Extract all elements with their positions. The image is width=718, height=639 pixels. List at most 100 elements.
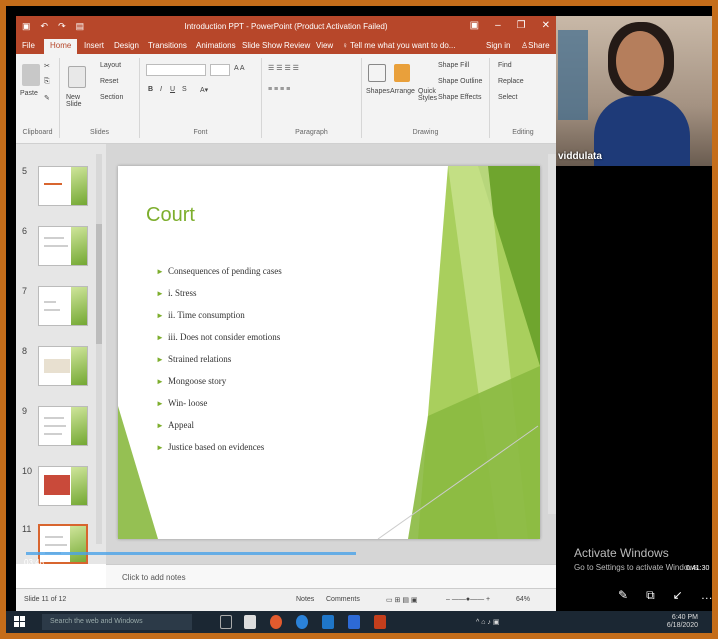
taskbar-search-box[interactable]: Search the web and Windows <box>42 614 192 630</box>
video-elapsed-time: 03:48 <box>24 558 45 567</box>
maximize-icon[interactable]: ❐ <box>517 20 526 31</box>
layout-button[interactable]: Layout <box>100 62 121 69</box>
section-button[interactable]: Section <box>100 94 123 101</box>
pen-icon[interactable]: ✎ <box>618 588 628 603</box>
clipboard-group: Paste ✂ ⎘ ✎ Clipboard <box>16 58 60 138</box>
slide-thumbnail-7[interactable] <box>38 286 88 326</box>
taskbar-clock[interactable]: 6:40 PM 6/18/2020 <box>667 614 698 630</box>
bold-icon[interactable]: B <box>148 86 153 93</box>
tab-transitions[interactable]: Transitions <box>148 41 187 50</box>
slide-thumbnail-11[interactable] <box>38 524 88 564</box>
edge-icon[interactable] <box>296 615 308 629</box>
tab-insert[interactable]: Insert <box>84 41 104 50</box>
windows-start-icon[interactable] <box>14 616 26 628</box>
minimize-icon[interactable]: – <box>495 20 501 31</box>
slide-number: 7 <box>22 286 28 296</box>
slide-number: 5 <box>22 166 28 176</box>
underline-icon[interactable]: U <box>170 86 175 93</box>
task-view-icon[interactable] <box>220 615 232 629</box>
reset-button[interactable]: Reset <box>100 78 118 85</box>
font-size-box[interactable] <box>210 64 230 76</box>
slide-thumbnail-10[interactable] <box>38 466 88 506</box>
slide-thumbnail-9[interactable] <box>38 406 88 446</box>
slide-number: 10 <box>22 466 33 476</box>
bullet-item: ► Mongoose story <box>156 376 227 386</box>
zoom-slider[interactable]: – ——●—— + <box>446 596 490 603</box>
tab-animations[interactable]: Animations <box>196 41 236 50</box>
font-grow-icon[interactable]: A A <box>234 65 245 72</box>
bullet-arrow-icon: ► <box>156 421 164 430</box>
shape-effects-button[interactable]: Shape Effects <box>438 94 481 101</box>
notes-pane[interactable]: Click to add notes <box>106 564 556 588</box>
copy-icon[interactable]: ⎘ <box>44 78 50 86</box>
slide-number: 11 <box>22 524 32 534</box>
arrange-button[interactable]: Arrange <box>390 88 415 95</box>
system-tray-icons[interactable]: ^ ⌂ ♪ ▣ <box>476 618 499 626</box>
view-buttons[interactable]: ▭ ⊞ ▤ ▣ <box>386 596 418 604</box>
paste-icon[interactable] <box>22 64 40 86</box>
tab-slide-show[interactable]: Slide Show <box>242 41 282 50</box>
font-color-icon[interactable]: A▾ <box>200 86 208 94</box>
align-icons[interactable]: ≡ ≡ ≡ ≡ <box>268 86 290 93</box>
firefox-icon[interactable] <box>270 615 282 629</box>
scrollbar-thumb[interactable] <box>96 224 102 344</box>
thumb-text <box>45 536 63 538</box>
ribbon-display-icon[interactable]: ▣ <box>470 20 479 31</box>
current-slide[interactable]: Court ► Consequences of pending cases ► i.… <box>118 166 540 539</box>
thumbnail-scrollbar[interactable] <box>96 154 102 544</box>
cut-icon[interactable]: ✂ <box>44 62 50 70</box>
shapes-button[interactable]: Shapes <box>366 88 390 95</box>
replace-button[interactable]: Replace <box>498 78 524 85</box>
close-icon[interactable]: ✕ <box>542 20 550 31</box>
new-slide-icon[interactable] <box>68 66 86 88</box>
player-controls: ✎ ⧉ ↙ … <box>618 588 712 603</box>
video-progress-bar[interactable] <box>26 552 356 555</box>
slide-edit-area: Court ► Consequences of pending cases ► i.… <box>106 144 556 564</box>
more-options-icon[interactable]: … <box>701 588 712 603</box>
paste-button[interactable]: Paste <box>20 90 38 97</box>
tab-review[interactable]: Review <box>284 41 310 50</box>
collapse-icon[interactable]: ↙ <box>673 588 683 603</box>
strikethrough-icon[interactable]: S <box>182 86 187 93</box>
webcam-background-window <box>558 30 588 120</box>
bullets-icon[interactable]: ☰ ☰ ☰ ☰ <box>268 64 299 72</box>
zoom-level[interactable]: 64% <box>516 596 530 603</box>
tab-file[interactable]: File <box>22 41 35 50</box>
app-icon[interactable] <box>348 615 360 629</box>
ribbon: Paste ✂ ⎘ ✎ Clipboard New Slide Layout R… <box>16 54 556 144</box>
new-slide-button[interactable]: New Slide <box>66 94 96 108</box>
notes-button[interactable]: Notes <box>296 596 314 603</box>
tab-home[interactable]: Home <box>44 39 78 54</box>
store-icon[interactable] <box>322 615 334 629</box>
bullet-item: ► Win- loose <box>156 398 208 408</box>
select-button[interactable]: Select <box>498 94 517 101</box>
file-explorer-icon[interactable] <box>244 615 256 629</box>
arrange-icon[interactable] <box>394 64 410 82</box>
slide-thumbnail-5[interactable] <box>38 166 88 206</box>
slide-thumbnail-6[interactable] <box>38 226 88 266</box>
tell-me-box[interactable]: ♀ Tell me what you want to do... <box>342 41 455 50</box>
slide-scrollbar[interactable] <box>548 154 556 514</box>
screen-icon[interactable]: ⧉ <box>646 588 655 603</box>
italic-icon[interactable]: I <box>160 86 162 93</box>
shapes-icon[interactable] <box>368 64 386 82</box>
find-button[interactable]: Find <box>498 62 512 69</box>
sign-in-link[interactable]: Sign in <box>486 41 510 50</box>
thumb-decoration <box>71 287 87 325</box>
tab-view[interactable]: View <box>316 41 333 50</box>
share-button[interactable]: ♙Share <box>521 41 550 50</box>
format-painter-icon[interactable]: ✎ <box>44 94 50 102</box>
slide-thumbnail-8[interactable] <box>38 346 88 386</box>
powerpoint-taskbar-icon[interactable] <box>374 615 386 629</box>
tab-design[interactable]: Design <box>114 41 139 50</box>
font-group: A A B I U S A▾ Font <box>140 58 262 138</box>
thumb-text <box>44 309 60 311</box>
comments-button[interactable]: Comments <box>326 596 360 603</box>
font-name-box[interactable] <box>146 64 206 76</box>
thumb-decoration <box>71 347 87 385</box>
bullet-arrow-icon: ► <box>156 289 164 298</box>
quick-styles-button[interactable]: Quick Styles <box>418 88 438 102</box>
paragraph-label: Paragraph <box>295 129 328 136</box>
shape-fill-button[interactable]: Shape Fill <box>438 62 469 69</box>
shape-outline-button[interactable]: Shape Outline <box>438 78 482 85</box>
